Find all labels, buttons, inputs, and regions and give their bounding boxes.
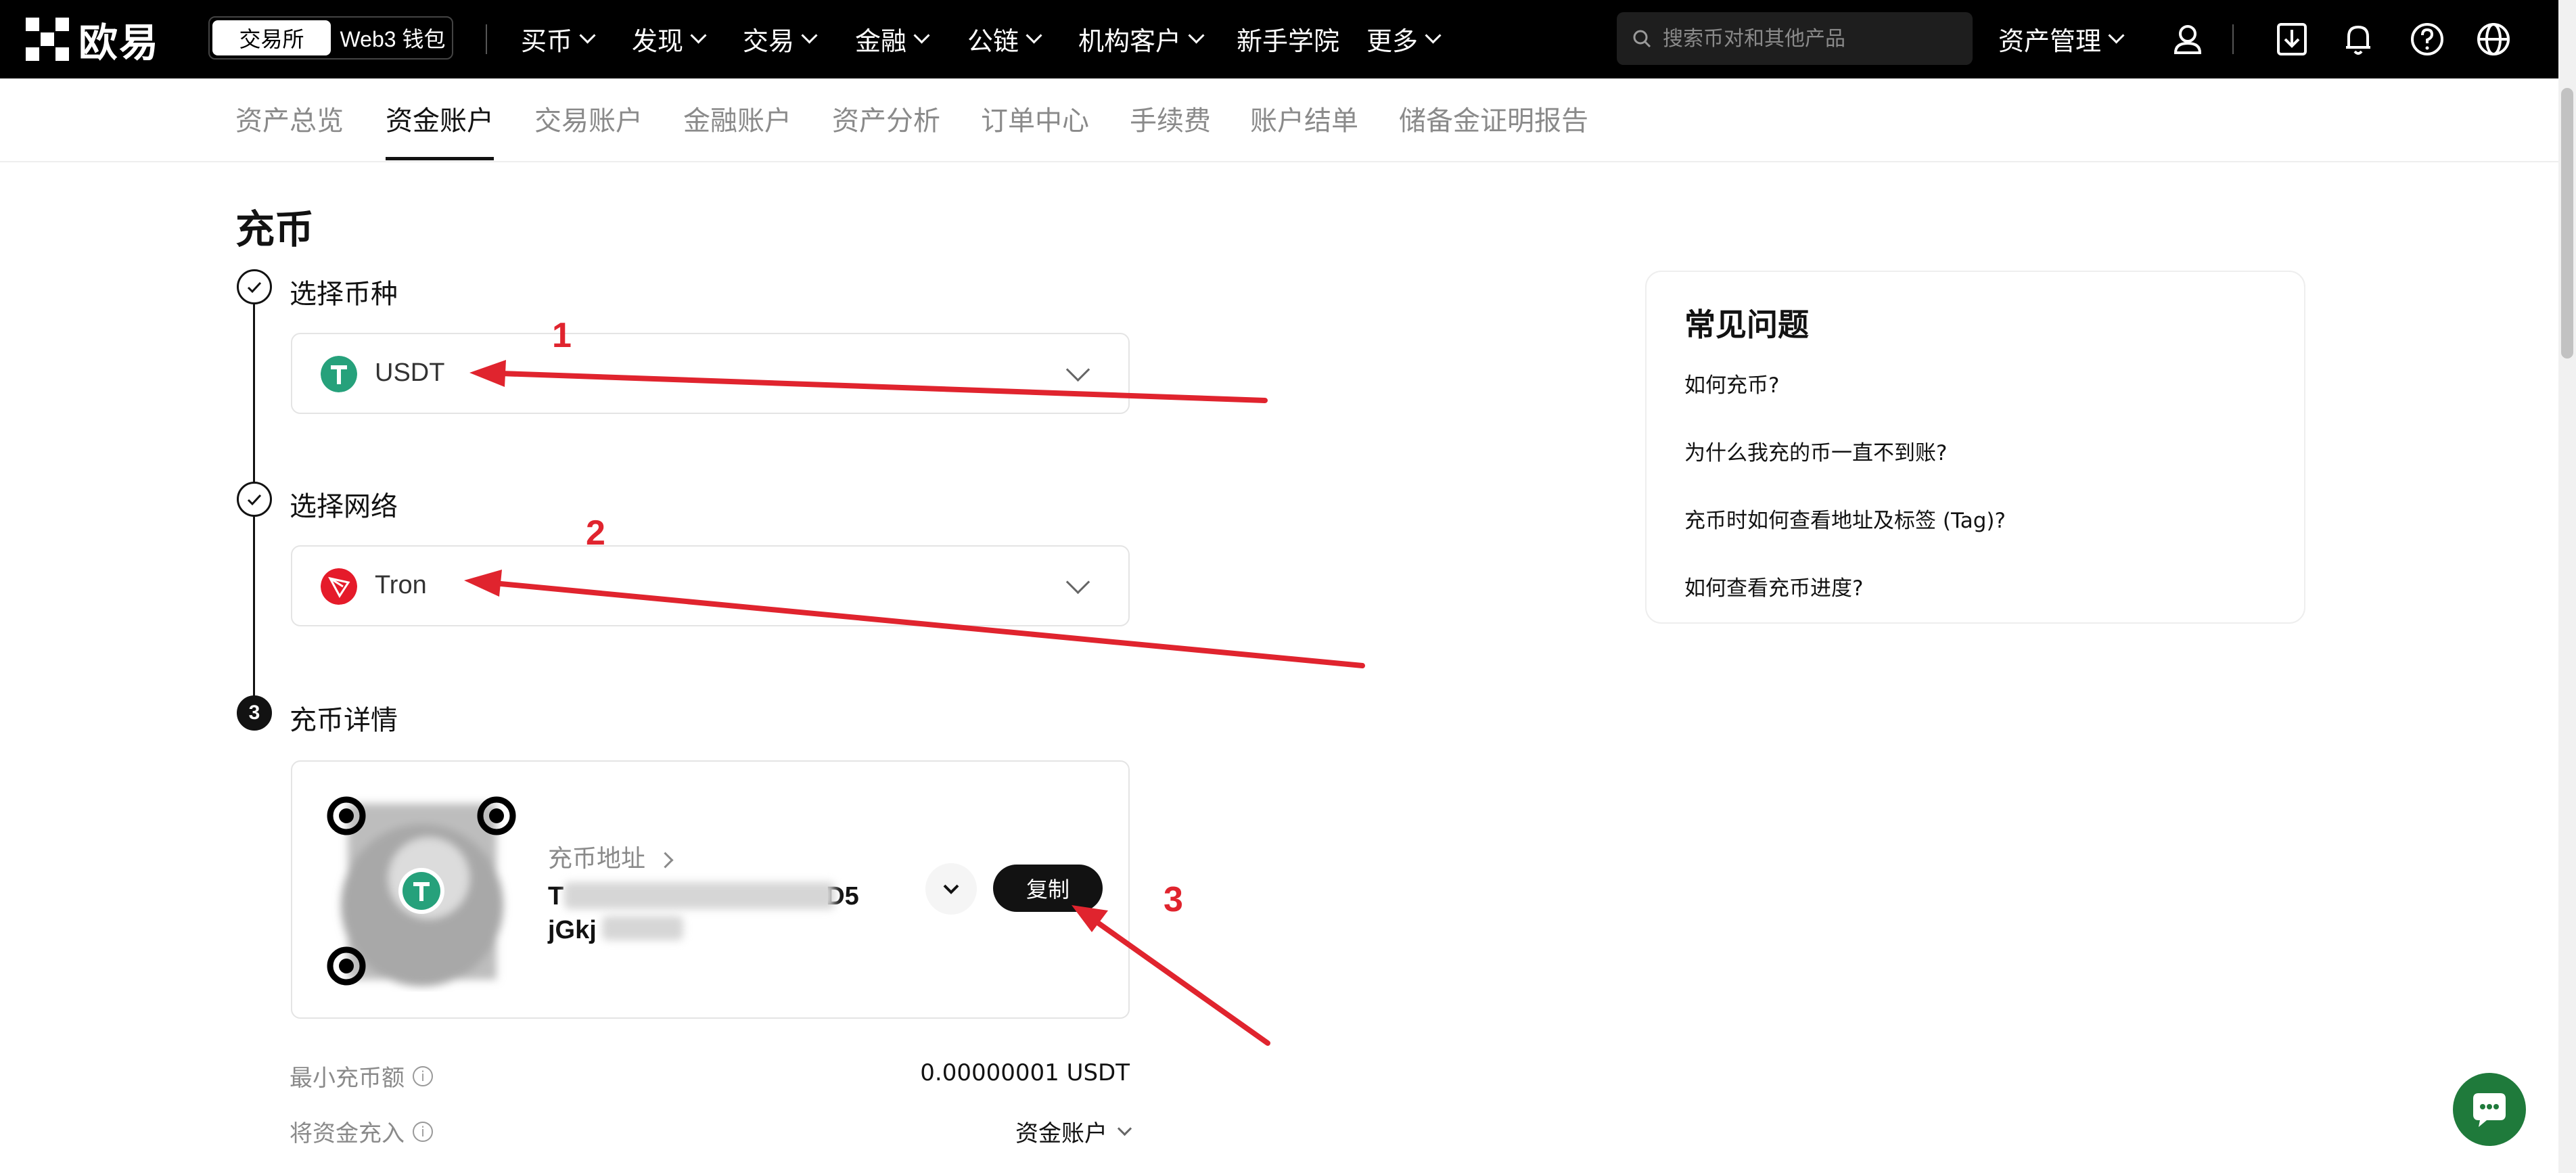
- arrow-head: [464, 570, 502, 597]
- arrow-head: [469, 360, 506, 387]
- annotation-arrow-2: [491, 580, 1365, 668]
- annotation-arrow-1: [498, 371, 1268, 403]
- annotation-number-3: 3: [1164, 880, 1183, 919]
- annotation-arrow-3: [1093, 919, 1270, 1046]
- annotation-arrows: [464, 360, 1365, 1046]
- annotation-number-1: 1: [552, 316, 572, 355]
- annotation-number-2: 2: [586, 513, 605, 553]
